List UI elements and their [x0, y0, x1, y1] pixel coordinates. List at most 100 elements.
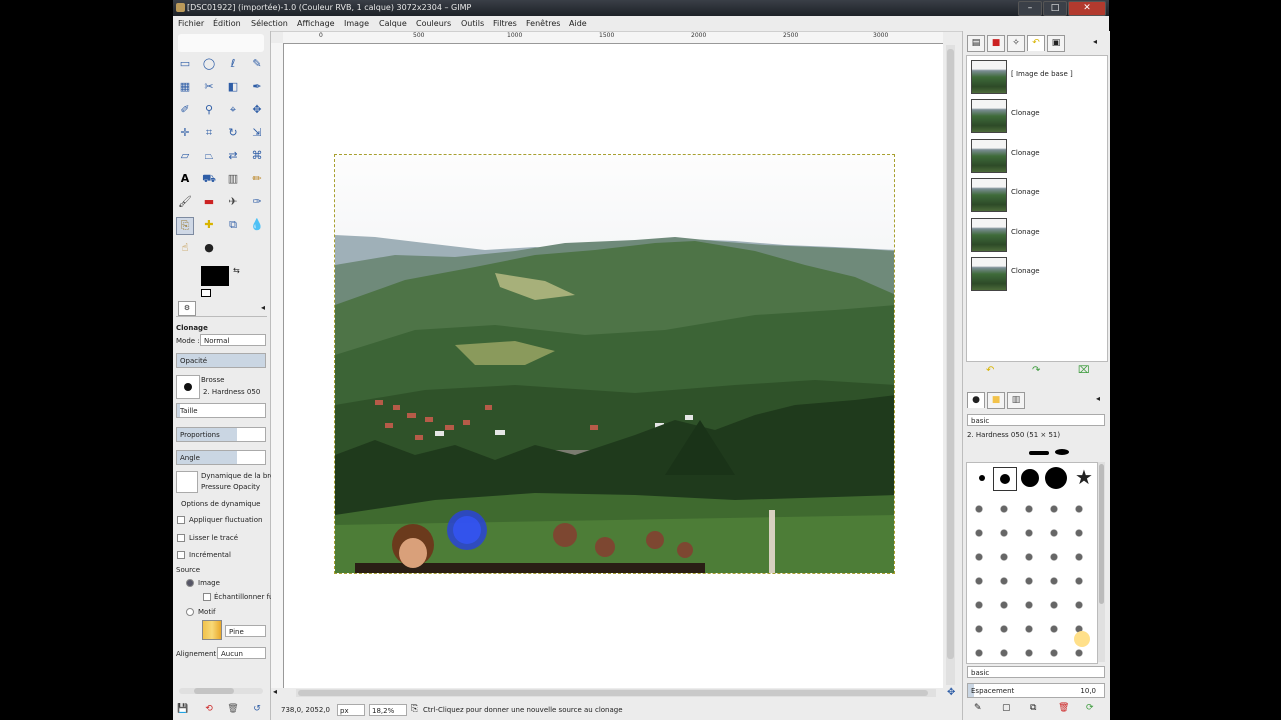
delete-brush-icon[interactable]: 🗑 — [1058, 703, 1069, 713]
source-image-radio[interactable] — [186, 579, 194, 587]
patterns-tab-icon[interactable]: ■ — [987, 392, 1005, 409]
reset-options-icon[interactable]: ↺ — [249, 701, 265, 717]
pattern-preview[interactable] — [202, 620, 222, 640]
minimize-button[interactable]: – — [1018, 1, 1042, 16]
clear-history-icon[interactable]: ⌧ — [1078, 365, 1090, 376]
perspective-icon[interactable]: ⏢ — [201, 148, 217, 164]
align-icon[interactable]: ✛ — [177, 125, 193, 141]
history-item[interactable]: Clonage — [969, 97, 1105, 133]
tool-options-tab[interactable]: ⚙ — [178, 301, 196, 316]
delete-options-icon[interactable]: 🗑 — [225, 701, 241, 717]
sample-merged-checkbox[interactable] — [203, 593, 211, 601]
angle-slider[interactable]: Angle — [176, 450, 266, 465]
ellipse-select-icon[interactable]: ◯ — [201, 56, 217, 72]
history-item[interactable]: Clonage — [969, 255, 1105, 291]
brushes-scrollbar[interactable] — [1098, 462, 1105, 662]
menu-image[interactable]: Image — [344, 19, 369, 28]
color-select-icon[interactable]: ▦ — [177, 79, 193, 95]
quick-mask-icon[interactable]: ◂ — [273, 687, 277, 696]
dynamics-options-expander[interactable]: Options de dynamique — [181, 500, 260, 508]
smooth-stroke-checkbox[interactable] — [177, 534, 185, 542]
fuzzy-select-icon[interactable]: ✎ — [249, 56, 265, 72]
menu-outils[interactable]: Outils — [461, 19, 484, 28]
menu-affichage[interactable]: Affichage — [297, 19, 335, 28]
history-item[interactable]: Clonage — [969, 176, 1105, 212]
airbrush-icon[interactable]: ✈ — [225, 194, 241, 210]
cage-transform-icon[interactable]: ⌘ — [249, 148, 265, 164]
brushes-tab-icon[interactable]: ● — [967, 392, 985, 408]
menu-couleurs[interactable]: Couleurs — [416, 19, 451, 28]
brush-grid[interactable]: ★ — [966, 449, 1098, 664]
menu-selection[interactable]: Sélection — [251, 19, 288, 28]
perspective-clone-icon[interactable]: ⧉ — [225, 217, 241, 233]
rotate-icon[interactable]: ↻ — [225, 125, 241, 141]
scissors-icon[interactable]: ✂ — [201, 79, 217, 95]
dynamics-preview-icon[interactable] — [176, 471, 198, 493]
flip-icon[interactable]: ⇄ — [225, 148, 241, 164]
crop-icon[interactable]: ⌗ — [201, 125, 217, 141]
zoom-select[interactable]: 18,2% — [369, 704, 407, 716]
navigate-icon[interactable]: ✥ — [947, 687, 955, 698]
brush-tag-filter[interactable]: basic — [967, 414, 1105, 426]
foreground-color-swatch[interactable] — [201, 266, 229, 286]
pencil-icon[interactable]: ✏ — [249, 171, 265, 187]
mode-select[interactable]: Normal — [200, 334, 266, 346]
menu-fenetres[interactable]: Fenêtres — [526, 19, 560, 28]
color-picker-icon[interactable]: ✐ — [177, 102, 193, 118]
canvas-vertical-scrollbar[interactable] — [946, 45, 955, 685]
menu-calque[interactable]: Calque — [379, 19, 407, 28]
clone-tool-icon[interactable]: ⎘ — [176, 217, 194, 235]
source-pattern-radio[interactable] — [186, 608, 194, 616]
eraser-icon[interactable]: ▬ — [201, 194, 217, 210]
rect-select-icon[interactable]: ▭ — [177, 56, 193, 72]
save-options-icon[interactable]: 💾 — [175, 701, 191, 717]
scale-icon[interactable]: ⇲ — [249, 125, 265, 141]
zoom-icon[interactable]: ⚲ — [201, 102, 217, 118]
toolbox-scrollbar[interactable] — [179, 688, 263, 694]
brush-tag-input[interactable]: basic — [967, 666, 1105, 678]
paths-tab-icon[interactable]: ✧ — [1007, 35, 1025, 52]
duplicate-brush-icon[interactable]: ⧉ — [1030, 703, 1036, 713]
edit-brush-icon[interactable]: ✎ — [974, 703, 982, 713]
spacing-slider[interactable]: Espacement 10,0 — [967, 683, 1105, 698]
channels-tab-icon[interactable]: ■ — [987, 35, 1005, 52]
brush-preview[interactable] — [176, 375, 200, 399]
background-color-swatch[interactable] — [201, 289, 211, 297]
paintbrush-icon[interactable]: 🖌 — [177, 194, 193, 210]
alignment-select[interactable]: Aucun — [217, 647, 266, 659]
undo-history-tab-icon[interactable]: ↶ — [1027, 35, 1045, 51]
dock-menu-icon[interactable]: ◂ — [1093, 37, 1097, 46]
close-button[interactable]: ✕ — [1068, 1, 1106, 16]
ink-icon[interactable]: ✑ — [249, 194, 265, 210]
unit-select[interactable]: px — [337, 704, 365, 716]
redo-icon[interactable]: ↷ — [1032, 365, 1040, 376]
text-tool-icon[interactable]: A — [177, 171, 193, 187]
incremental-checkbox[interactable] — [177, 551, 185, 559]
heal-icon[interactable]: ✚ — [201, 217, 217, 233]
history-item[interactable]: Clonage — [969, 137, 1105, 173]
opacity-slider[interactable]: Opacité — [176, 353, 266, 368]
menu-fichier[interactable]: Fichier — [178, 19, 204, 28]
canvas-horizontal-scrollbar[interactable] — [296, 689, 936, 697]
images-tab-icon[interactable]: ▣ — [1047, 35, 1065, 52]
gradient-icon[interactable]: ▥ — [225, 171, 241, 187]
ratio-slider[interactable]: Proportions — [176, 427, 266, 442]
tab-menu-icon[interactable]: ◂ — [261, 303, 265, 312]
blur-sharpen-icon[interactable]: 💧 — [249, 217, 265, 233]
menu-aide[interactable]: Aide — [569, 19, 587, 28]
dodge-burn-icon[interactable]: ● — [201, 240, 217, 256]
maximize-button[interactable]: □ — [1043, 1, 1067, 16]
history-item[interactable]: Clonage — [969, 216, 1105, 252]
refresh-brushes-icon[interactable]: ⟳ — [1086, 703, 1094, 713]
move-icon[interactable]: ✥ — [249, 102, 265, 118]
bucket-fill-icon[interactable]: ⛟ — [201, 171, 217, 187]
paths-icon[interactable]: ✒ — [249, 79, 265, 95]
swap-colors-icon[interactable]: ⇆ — [233, 266, 240, 275]
size-slider[interactable]: Taille — [176, 403, 266, 418]
shear-icon[interactable]: ▱ — [177, 148, 193, 164]
image-canvas[interactable] — [284, 44, 943, 688]
undo-icon[interactable]: ↶ — [986, 365, 994, 376]
measure-icon[interactable]: ⌖ — [225, 102, 241, 118]
menu-filtres[interactable]: Filtres — [493, 19, 517, 28]
history-item[interactable]: [ Image de base ] — [969, 58, 1105, 94]
